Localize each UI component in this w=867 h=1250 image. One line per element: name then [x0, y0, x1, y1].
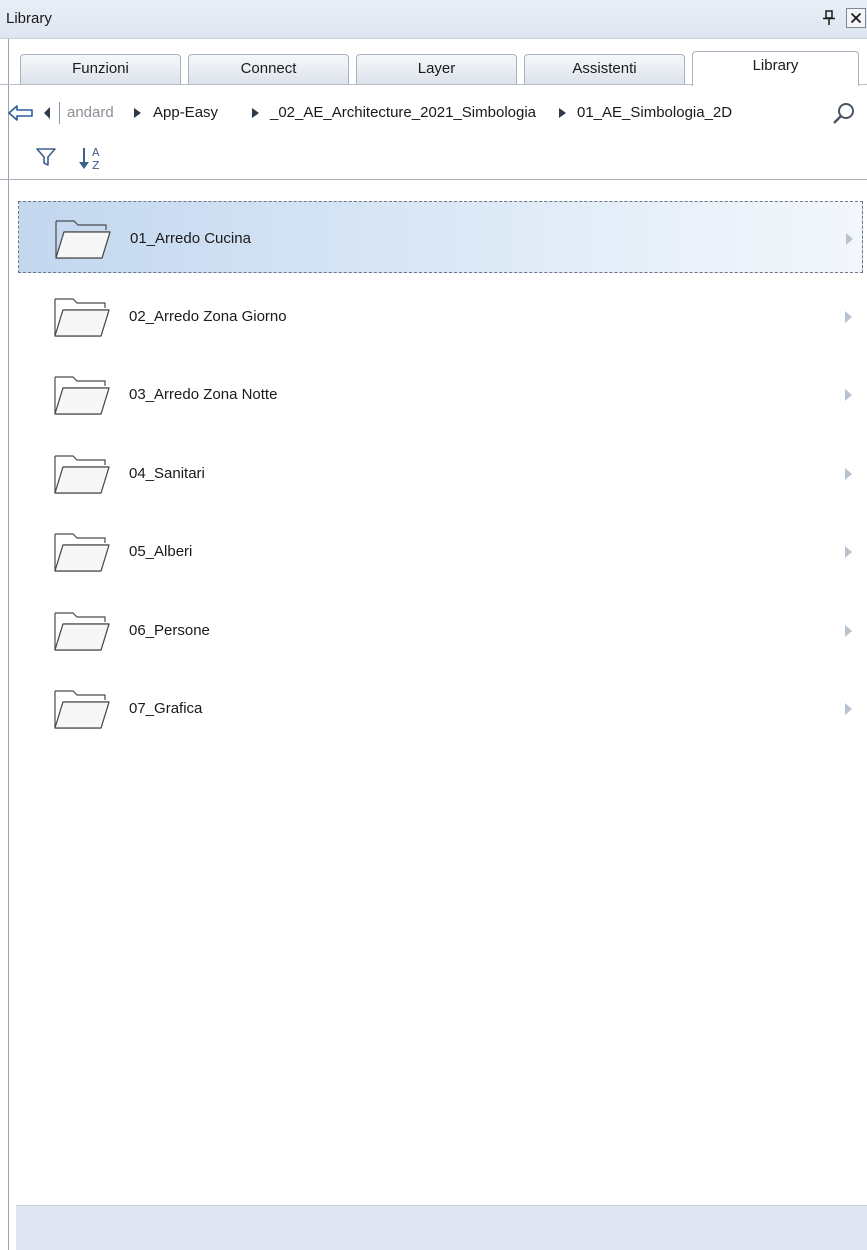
tab-label: Connect [240, 60, 297, 77]
chevron-right-icon[interactable] [846, 233, 853, 245]
tab-label: Funzioni [72, 60, 129, 77]
close-icon[interactable] [846, 8, 866, 28]
chevron-right-icon[interactable] [845, 624, 852, 637]
folder-icon [55, 220, 111, 259]
tab-funzioni[interactable]: Funzioni [20, 54, 181, 84]
list-item[interactable]: 03_Arredo Zona Notte [18, 358, 863, 430]
breadcrumb-item[interactable]: andard [67, 104, 114, 121]
list-item[interactable]: 02_Arredo Zona Giorno [18, 280, 863, 352]
breadcrumb-chevron-icon[interactable] [134, 108, 141, 118]
folder-icon [54, 533, 110, 572]
svg-text:Z: Z [92, 159, 100, 172]
panel-border [8, 39, 9, 1250]
filter-icon[interactable] [35, 146, 57, 168]
title-bar: Library [0, 0, 867, 39]
tab-label: Library [752, 57, 799, 74]
list-item[interactable]: 07_Grafica [18, 672, 863, 744]
svg-text:A: A [92, 146, 100, 159]
breadcrumb-item[interactable]: _02_AE_Architecture_2021_Simbologia [270, 104, 536, 121]
panel-title: Library [6, 10, 52, 27]
list-item-label: 02_Arredo Zona Giorno [129, 307, 287, 325]
chevron-right-icon[interactable] [845, 703, 852, 715]
folder-icon [54, 297, 110, 337]
breadcrumb: andard App-Easy _02_AE_Architecture_2021… [8, 95, 867, 133]
breadcrumb-scroll-left-icon[interactable] [42, 105, 52, 121]
back-arrow-icon[interactable] [8, 103, 34, 123]
list-item[interactable]: 05_Alberi [18, 515, 863, 587]
list-item-label: 05_Alberi [129, 543, 193, 560]
tab-strip: Funzioni Connect Layer Assistenti Librar… [0, 51, 867, 86]
list-item-label: 06_Persone [129, 621, 210, 639]
chevron-right-icon[interactable] [845, 546, 852, 558]
breadcrumb-chevron-icon[interactable] [559, 108, 566, 118]
tab-library[interactable]: Library [692, 51, 859, 86]
chevron-right-icon[interactable] [845, 389, 852, 401]
chevron-right-icon[interactable] [845, 467, 852, 480]
breadcrumb-chevron-icon[interactable] [252, 108, 259, 118]
breadcrumb-item[interactable]: 01_AE_Simbologia_2D [577, 104, 732, 121]
chevron-right-icon[interactable] [845, 310, 852, 323]
list-item-label: 01_Arredo Cucina [130, 230, 251, 247]
folder-icon [54, 690, 110, 729]
search-icon[interactable] [831, 101, 857, 127]
folder-icon [54, 454, 110, 494]
tab-assistenti[interactable]: Assistenti [524, 54, 685, 84]
tab-label: Layer [417, 60, 456, 77]
list-item[interactable]: 06_Persone [18, 594, 863, 666]
list-item-label: 04_Sanitari [129, 464, 205, 482]
list-item-label: 07_Grafica [129, 700, 203, 717]
status-bar [16, 1205, 867, 1250]
folder-icon [54, 611, 110, 651]
breadcrumb-item[interactable]: App-Easy [153, 104, 218, 121]
tab-label: Assistenti [572, 60, 637, 77]
breadcrumb-divider [59, 102, 60, 124]
list-item[interactable]: 01_Arredo Cucina [18, 201, 863, 273]
library-panel: Library Funzioni Connect Layer Assistent… [0, 0, 867, 1250]
list-item-label: 03_Arredo Zona Notte [129, 386, 278, 403]
list-item[interactable]: 04_Sanitari [18, 437, 863, 509]
library-toolbar: A Z [0, 140, 867, 180]
tab-connect[interactable]: Connect [188, 54, 349, 84]
pin-icon[interactable] [822, 9, 836, 27]
sort-az-icon[interactable]: A Z [78, 144, 104, 172]
folder-icon [54, 376, 110, 415]
tab-layer[interactable]: Layer [356, 54, 517, 84]
